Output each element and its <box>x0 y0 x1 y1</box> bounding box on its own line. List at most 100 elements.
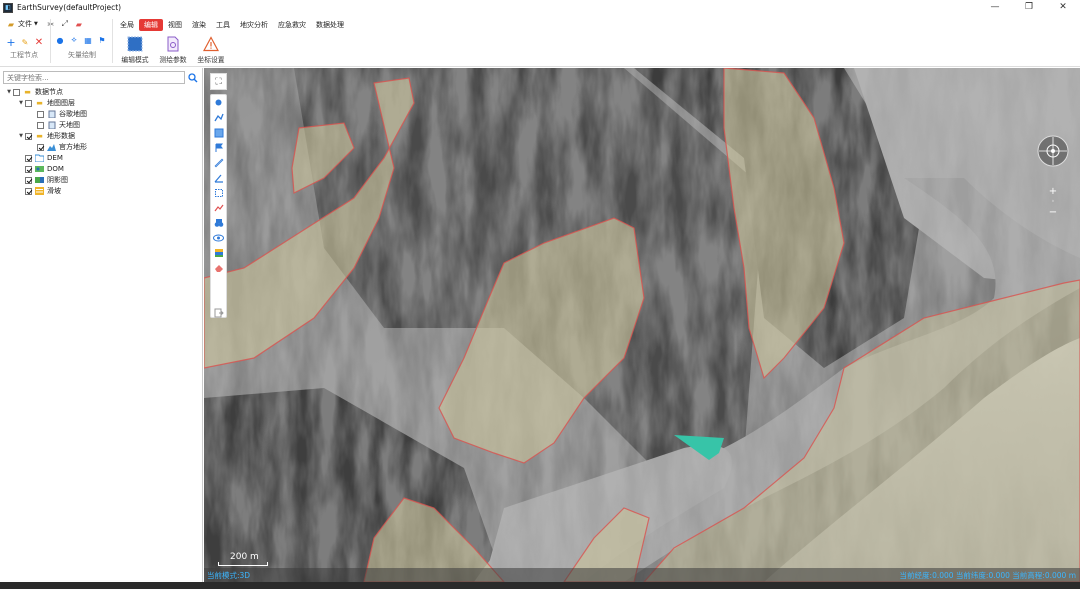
expand-arrow-icon[interactable]: ▼ <box>17 133 25 139</box>
tree-node-shadow-map[interactable]: 阴影图 <box>25 175 68 185</box>
fullscreen-icon[interactable]: ⛶ <box>210 73 227 90</box>
menu-global[interactable]: 全局 <box>115 19 139 31</box>
edit-mode-button[interactable]: 编辑模式 <box>114 35 156 65</box>
zoom-reset-icon[interactable]: ◦ <box>1046 197 1060 207</box>
chevron-down-icon[interactable]: ▼ <box>34 21 38 27</box>
binoculars-icon[interactable] <box>211 215 226 230</box>
polyline-icon[interactable] <box>211 110 226 125</box>
menu-data-processing[interactable]: 数据处理 <box>311 19 349 31</box>
vector-tools-row: ● ⟡ ▦ ⚑ <box>53 33 109 47</box>
expand-icon[interactable]: ⤢ <box>58 17 72 31</box>
menu-geohazard-analysis[interactable]: 地灾分析 <box>235 19 273 31</box>
zoom-out-button[interactable]: − <box>1046 207 1060 218</box>
tree-checkbox[interactable] <box>25 132 32 140</box>
terrain-render[interactable] <box>204 68 1080 582</box>
angle-icon[interactable] <box>211 170 226 185</box>
layers-icon[interactable] <box>211 245 226 260</box>
menu-render[interactable]: 渲染 <box>187 19 211 31</box>
terrain-icon <box>47 143 56 151</box>
delete-icon[interactable]: ✕ <box>32 35 46 49</box>
close-button[interactable]: ✕ <box>1046 0 1080 15</box>
polyline-icon[interactable]: ⟡ <box>67 33 81 47</box>
tree-node-label: 天地图 <box>59 121 80 129</box>
tree-node-data-root[interactable]: ▼ ▬ 数据节点 <box>5 87 63 97</box>
survey-params-label: 测绘参数 <box>159 56 187 64</box>
flag-icon[interactable]: ⚑ <box>95 33 109 47</box>
expand-arrow-icon[interactable]: ▼ <box>17 100 25 106</box>
tree-node-landslide[interactable]: 滑坡 <box>25 186 61 196</box>
polygon-icon[interactable]: ▦ <box>81 33 95 47</box>
point-icon[interactable]: ● <box>53 33 67 47</box>
scale-label: 200 m <box>230 552 259 562</box>
edit-mode-label: 编辑模式 <box>121 56 149 64</box>
map-layer-icon <box>47 110 56 118</box>
tree-node-tianditu[interactable]: 天地图 <box>37 120 80 130</box>
map-viewport[interactable]: ⛶ + ◦ − 200 m 当前模式:3D 当前经度:0.000 当前纬度:0.… <box>204 68 1080 582</box>
tree-node-dem[interactable]: DEM <box>25 153 63 163</box>
taskbar-strip <box>0 582 1080 589</box>
dem-folder-icon <box>35 154 44 162</box>
tree-node-official-terrain[interactable]: 官方地形 <box>37 142 87 152</box>
scale-bar: 200 m <box>218 552 268 566</box>
tree-checkbox[interactable] <box>37 143 44 151</box>
flag-icon[interactable] <box>211 140 226 155</box>
tree-node-label: 阴影图 <box>47 176 68 184</box>
tree-node-google-map[interactable]: 谷歌地图 <box>37 109 87 119</box>
menu-emergency-relief[interactable]: 应急救灾 <box>273 19 311 31</box>
folder-open-icon[interactable]: ▰ <box>4 17 18 31</box>
ruler-icon[interactable] <box>211 155 226 170</box>
search-icon[interactable] <box>186 71 199 84</box>
tree-checkbox[interactable] <box>25 187 32 195</box>
menu-view[interactable]: 视图 <box>163 19 187 31</box>
exit-icon[interactable] <box>211 305 226 320</box>
tree-checkbox[interactable] <box>13 88 20 96</box>
folder-icon: ▬ <box>36 132 43 140</box>
zoom-in-button[interactable]: + <box>1046 186 1060 197</box>
tree-checkbox[interactable] <box>37 110 44 118</box>
tree-node-label: 数据节点 <box>35 88 63 96</box>
file-menu[interactable]: 文件 <box>18 19 32 29</box>
tree-node-label: 地图图层 <box>47 99 75 107</box>
tree-checkbox[interactable] <box>25 154 32 162</box>
compass-icon[interactable] <box>1036 134 1070 168</box>
polygon-icon[interactable] <box>211 125 226 140</box>
eraser-icon[interactable] <box>211 260 226 275</box>
project-group-label: 工程节点 <box>10 51 38 59</box>
search-input[interactable] <box>3 71 185 84</box>
tree-node-terrain-data[interactable]: ▼ ▬ 地形数据 <box>17 131 75 141</box>
menu-tools[interactable]: 工具 <box>211 19 235 31</box>
window-controls: — ❐ ✕ <box>978 0 1080 15</box>
settings-doc-icon <box>164 35 182 53</box>
coordinate-settings-button[interactable]: 坐标设置 <box>190 35 232 65</box>
tree-node-map-layers[interactable]: ▼ ▬ 地图图层 <box>17 98 75 108</box>
expand-arrow-icon[interactable]: ▼ <box>5 89 13 95</box>
eraser-icon[interactable]: ▰ <box>72 17 86 31</box>
zoom-controls: + ◦ − <box>1046 186 1060 220</box>
map-tool-palette <box>210 94 227 318</box>
folder-icon: ▬ <box>36 99 43 107</box>
tree-checkbox[interactable] <box>37 121 44 129</box>
vector-draw-group: ● ⟡ ▦ ⚑ <box>53 33 109 47</box>
minimize-button[interactable]: — <box>978 0 1012 15</box>
add-icon[interactable]: + <box>4 35 18 49</box>
survey-params-button[interactable]: 测绘参数 <box>152 35 194 65</box>
file-menu-row: ▰ 文件 ▼ ✂ ⤢ ▰ <box>4 17 86 31</box>
tree-checkbox[interactable] <box>25 176 32 184</box>
tree-checkbox[interactable] <box>25 99 32 107</box>
shadow-layer-icon <box>35 176 44 184</box>
folder-icon: ▬ <box>24 88 31 96</box>
profile-icon[interactable] <box>211 200 226 215</box>
pencil-icon[interactable]: ✎ <box>18 35 32 49</box>
tree-node-dom[interactable]: DOM <box>25 164 64 174</box>
warning-triangle-icon <box>202 35 220 53</box>
tree-checkbox[interactable] <box>25 165 32 173</box>
point-icon[interactable] <box>211 95 226 110</box>
tree-node-label: 地形数据 <box>47 132 75 140</box>
maximize-button[interactable]: ❐ <box>1012 0 1046 15</box>
menu-edit[interactable]: 编辑 <box>139 18 163 31</box>
area-icon[interactable] <box>211 185 226 200</box>
map-status-bar: 当前模式:3D 当前经度:0.000 当前纬度:0.000 当前高程:0.000… <box>204 568 1080 582</box>
eye-icon[interactable] <box>211 230 226 245</box>
toolbar-divider <box>112 19 113 63</box>
dom-layer-icon <box>35 165 44 173</box>
